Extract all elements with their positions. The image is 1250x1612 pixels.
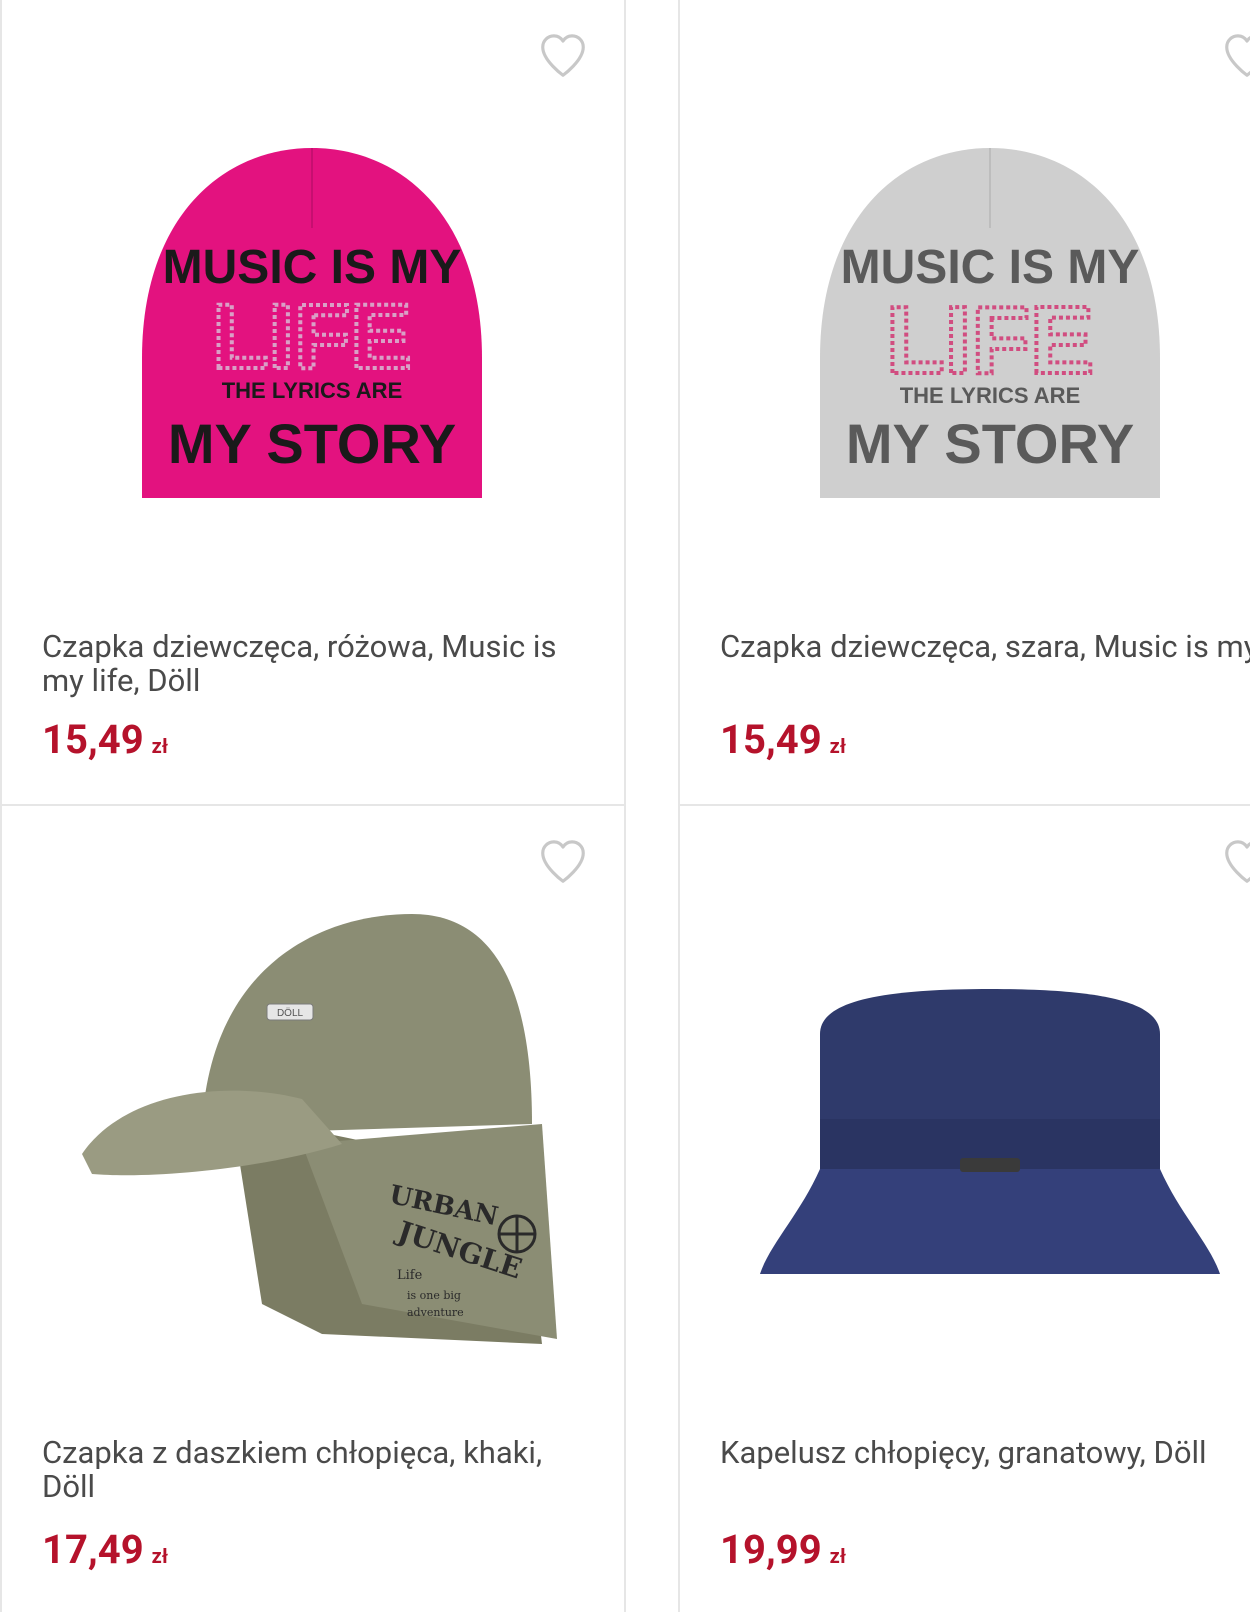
product-grid: MUSIC IS MY LIFE THE LYRICS ARE MY STORY…	[0, 0, 1250, 1612]
price-currency: zł	[151, 1544, 168, 1568]
heart-icon[interactable]	[1220, 28, 1250, 82]
khaki-cap-image: DÖLL URBAN JUNGLE Life is one big advent…	[82, 914, 557, 1344]
product-price: 17,49 zł	[42, 1526, 168, 1580]
product-price: 15,49 zł	[42, 716, 168, 770]
price-currency: zł	[829, 734, 846, 758]
product-title[interactable]: Kapelusz chłopięcy, granatowy, Döll	[720, 1436, 1250, 1470]
price-currency: zł	[829, 1544, 846, 1568]
product-price: 15,49 zł	[720, 716, 846, 770]
product-card[interactable]: MUSIC IS MY LIFE THE LYRICS ARE MY STORY…	[678, 0, 1250, 806]
product-image[interactable]	[720, 834, 1250, 1414]
svg-text:LIFE: LIFE	[886, 287, 1094, 394]
heart-icon[interactable]	[536, 834, 590, 888]
product-image[interactable]: MUSIC IS MY LIFE THE LYRICS ARE MY STORY	[42, 28, 582, 608]
product-image[interactable]: MUSIC IS MY LIFE THE LYRICS ARE MY STORY	[720, 28, 1250, 608]
product-price: 19,99 zł	[720, 1526, 846, 1580]
svg-text:THE LYRICS ARE: THE LYRICS ARE	[222, 378, 403, 403]
price-value: 19,99	[720, 1526, 822, 1573]
product-title-text: Czapka dziewczęca, szara, Music is my li…	[720, 628, 1250, 665]
heart-icon[interactable]	[1220, 834, 1250, 888]
svg-text:Life: Life	[397, 1268, 423, 1283]
svg-text:adventure: adventure	[407, 1306, 464, 1319]
pink-beanie-image: MUSIC IS MY LIFE THE LYRICS ARE MY STORY	[142, 148, 482, 498]
price-value: 17,49	[42, 1526, 144, 1573]
svg-text:LIFE: LIFE	[212, 286, 411, 388]
product-image[interactable]: DÖLL URBAN JUNGLE Life is one big advent…	[42, 834, 582, 1414]
svg-text:MY STORY: MY STORY	[846, 412, 1134, 475]
svg-text:MY STORY: MY STORY	[168, 412, 456, 475]
grey-beanie-image: MUSIC IS MY LIFE THE LYRICS ARE MY STORY	[820, 148, 1160, 498]
svg-text:is one big: is one big	[407, 1289, 461, 1302]
product-card[interactable]: Kapelusz chłopięcy, granatowy, Döll 19,9…	[678, 804, 1250, 1612]
svg-text:THE LYRICS ARE: THE LYRICS ARE	[900, 383, 1081, 408]
product-card[interactable]: MUSIC IS MY LIFE THE LYRICS ARE MY STORY…	[0, 0, 626, 806]
price-value: 15,49	[720, 716, 822, 763]
heart-icon[interactable]	[536, 28, 590, 82]
price-currency: zł	[151, 734, 168, 758]
product-title[interactable]: Czapka z daszkiem chłopięca, khaki, Döll	[42, 1436, 602, 1504]
svg-text:DÖLL: DÖLL	[277, 1007, 304, 1019]
navy-bucket-hat-image	[760, 989, 1220, 1274]
product-title[interactable]: Czapka dziewczęca, szara, Music is my li…	[720, 630, 1250, 664]
price-value: 15,49	[42, 716, 144, 763]
product-card[interactable]: DÖLL URBAN JUNGLE Life is one big advent…	[0, 804, 626, 1612]
product-title[interactable]: Czapka dziewczęca, różowa, Music is my l…	[42, 630, 602, 698]
